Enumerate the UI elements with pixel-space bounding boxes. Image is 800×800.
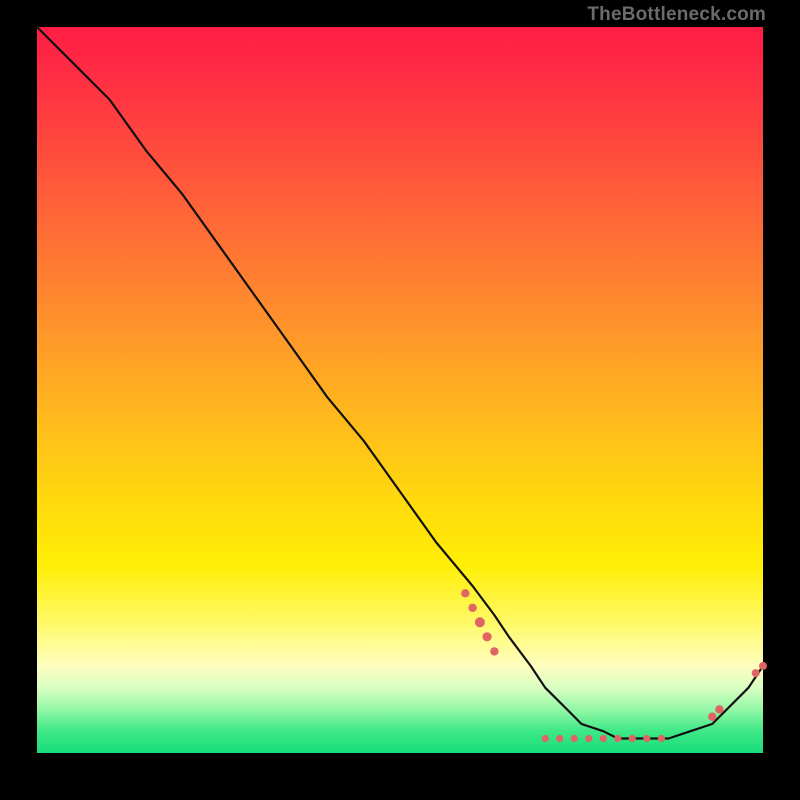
scatter-point xyxy=(658,735,665,742)
curve-svg xyxy=(37,27,763,753)
scatter-markers xyxy=(461,589,767,742)
bottleneck-curve xyxy=(37,27,763,739)
scatter-point xyxy=(475,617,485,627)
scatter-point xyxy=(585,735,592,742)
scatter-point xyxy=(483,632,492,641)
scatter-point xyxy=(556,735,563,742)
scatter-point xyxy=(571,735,578,742)
plot-area xyxy=(37,27,763,753)
scatter-point xyxy=(715,705,723,713)
scatter-point xyxy=(759,662,767,670)
scatter-point xyxy=(542,735,549,742)
scatter-point xyxy=(461,589,469,597)
scatter-point xyxy=(600,735,607,742)
chart-stage: TheBottleneck.com xyxy=(0,0,800,800)
branding-watermark: TheBottleneck.com xyxy=(587,4,766,26)
scatter-point xyxy=(468,604,476,612)
scatter-point xyxy=(614,735,621,742)
scatter-point xyxy=(629,735,636,742)
scatter-point xyxy=(643,735,650,742)
scatter-point xyxy=(752,669,760,677)
scatter-point xyxy=(708,713,716,721)
scatter-point xyxy=(490,647,498,655)
